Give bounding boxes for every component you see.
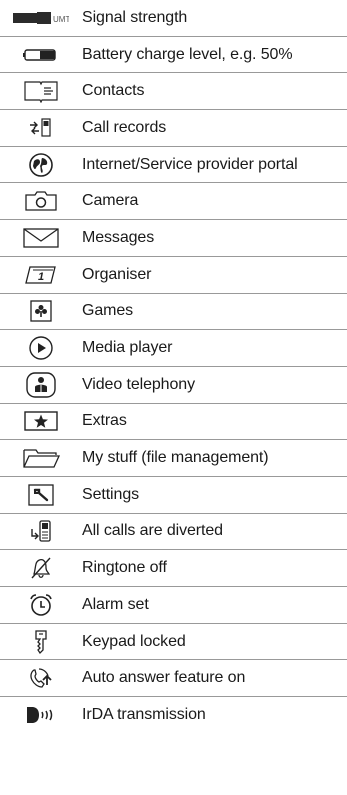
messages-icon <box>22 226 60 250</box>
item-label: My stuff (file management) <box>82 449 269 467</box>
list-item: My stuff (file management) <box>0 440 347 477</box>
item-label: Messages <box>82 228 155 246</box>
item-label: Camera <box>82 192 139 210</box>
camera-icon <box>24 189 58 213</box>
item-label: Signal strength <box>82 8 188 26</box>
signal-strength-icon: UMTS <box>13 10 69 26</box>
list-item: Camera <box>0 183 347 221</box>
battery-icon <box>23 47 59 63</box>
list-item: Internet/Service provider portal <box>0 147 347 184</box>
item-label: Call records <box>82 118 167 136</box>
alarm-icon <box>28 592 54 618</box>
call-records-icon <box>27 116 55 140</box>
organiser-icon: 1 <box>24 263 58 287</box>
irda-icon <box>24 704 58 726</box>
list-item: Media player <box>0 330 347 367</box>
list-item: Messages <box>0 220 347 257</box>
list-item: Auto answer feature on <box>0 660 347 698</box>
list-item: Settings <box>0 477 347 514</box>
item-label: Internet/Service provider portal <box>82 155 298 173</box>
call-divert-icon <box>28 519 54 543</box>
item-label: All calls are diverted <box>82 522 223 540</box>
icon-legend-list: UMTS Signal strength Battery charge leve… <box>0 0 347 734</box>
list-item: IrDA transmission <box>0 697 347 734</box>
list-item: Ringtone off <box>0 550 347 587</box>
list-item: 1 Organiser <box>0 257 347 294</box>
list-item: Call records <box>0 110 347 147</box>
list-item: Games <box>0 294 347 331</box>
item-label: Games <box>82 302 134 320</box>
auto-answer-icon <box>27 665 55 691</box>
item-label: Contacts <box>82 82 145 100</box>
list-item: Extras <box>0 404 347 441</box>
extras-icon <box>23 409 59 433</box>
item-label: Media player <box>82 339 173 357</box>
item-label: Video telephony <box>82 375 195 393</box>
list-item: UMTS Signal strength <box>0 0 347 37</box>
games-icon <box>29 299 53 323</box>
item-label: Battery charge level, e.g. 50% <box>82 45 293 63</box>
video-telephony-icon <box>25 371 57 399</box>
media-player-icon <box>28 335 54 361</box>
list-item: Contacts <box>0 73 347 111</box>
list-item: Alarm set <box>0 587 347 624</box>
item-label: Organiser <box>82 265 152 283</box>
item-label: Keypad locked <box>82 632 186 650</box>
list-item: Keypad locked <box>0 624 347 661</box>
item-label: Alarm set <box>82 595 149 613</box>
item-label: IrDA transmission <box>82 706 206 724</box>
umts-text: UMTS <box>53 15 69 24</box>
ringtone-off-icon <box>28 555 54 581</box>
folder-icon <box>21 446 61 470</box>
keypad-lock-icon <box>31 628 51 656</box>
item-label: Auto answer feature on <box>82 669 246 687</box>
settings-icon <box>27 483 55 507</box>
organiser-number: 1 <box>38 271 44 283</box>
list-item: Video telephony <box>0 367 347 404</box>
list-item: All calls are diverted <box>0 514 347 551</box>
item-label: Ringtone off <box>82 559 167 577</box>
item-label: Extras <box>82 412 127 430</box>
contacts-icon <box>23 79 59 104</box>
list-item: Battery charge level, e.g. 50% <box>0 37 347 74</box>
item-label: Settings <box>82 485 140 503</box>
internet-portal-icon <box>28 152 54 178</box>
